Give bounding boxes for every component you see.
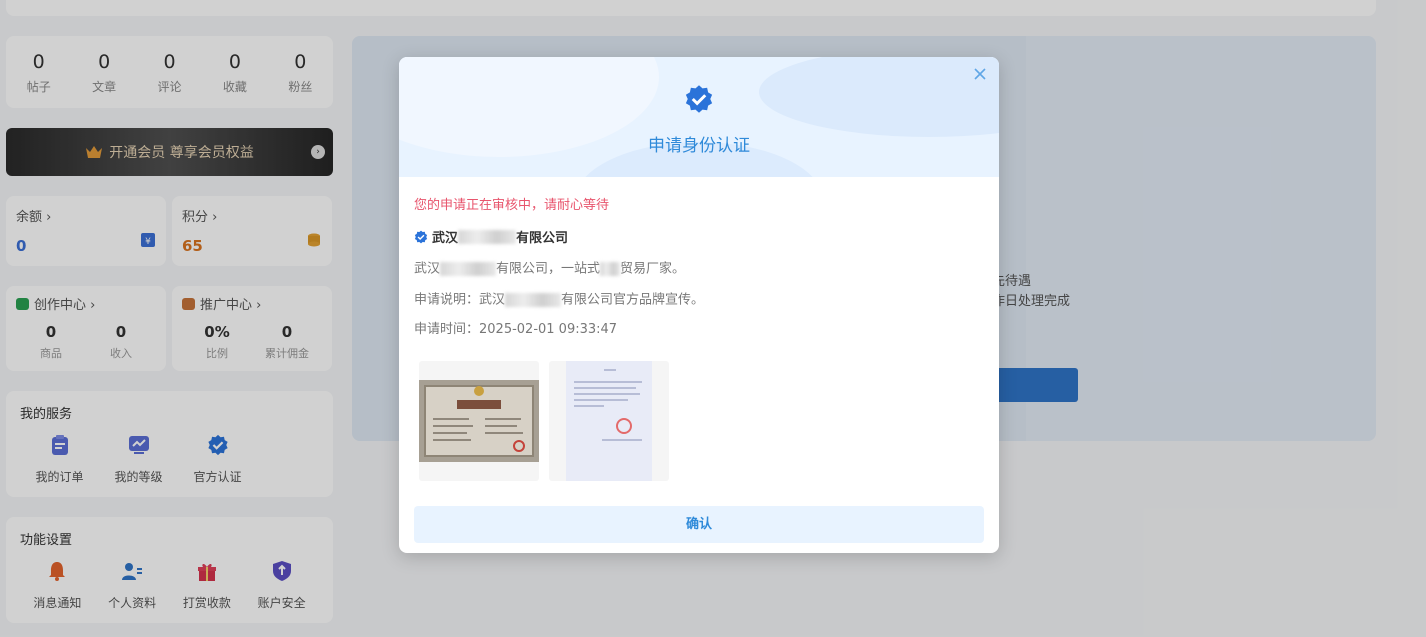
confirm-button[interactable]: 确认	[414, 506, 984, 543]
business-license-image[interactable]	[419, 361, 539, 481]
company-name-suffix: 有限公司	[516, 231, 569, 246]
verified-badge-icon	[685, 85, 713, 113]
redacted-text	[458, 229, 517, 244]
attachments	[419, 361, 984, 481]
redacted-text	[600, 262, 621, 276]
redacted-text	[440, 262, 497, 276]
redacted-text	[505, 292, 562, 307]
dialog-title: 申请身份认证	[648, 136, 750, 156]
application-note: 申请说明：武汉 有限公司官方品牌宣传。	[414, 292, 705, 307]
authorization-letter-image[interactable]	[549, 361, 669, 481]
dialog-body: 您的申请正在审核中，请耐心等待 武汉 有限公司 武汉 有限公司，一站式 贸易厂家。 …	[399, 194, 999, 543]
identity-verification-dialog: 申请身份认证 您的申请正在审核中，请耐心等待 武汉 有限公司 武汉 有限公司，一站…	[399, 57, 999, 553]
dialog-header: 申请身份认证	[399, 57, 999, 177]
review-status-text: 您的申请正在审核中，请耐心等待	[414, 198, 610, 213]
close-icon[interactable]	[973, 67, 987, 81]
verified-badge-icon	[414, 230, 428, 243]
company-name-prefix: 武汉	[432, 231, 459, 246]
application-time: 申请时间：2025-02-01 09:33:47	[414, 322, 618, 337]
company-description: 武汉 有限公司，一站式 贸易厂家。	[414, 261, 686, 277]
company-name: 武汉 有限公司	[414, 227, 984, 246]
